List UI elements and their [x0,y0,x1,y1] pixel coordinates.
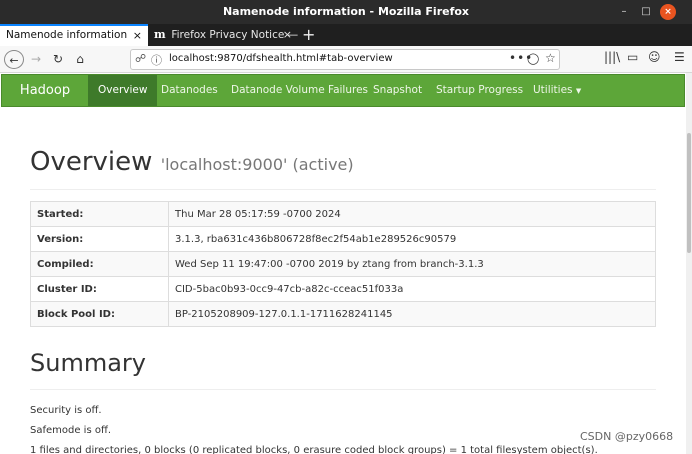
new-tab-icon[interactable]: + [302,24,315,46]
nav-utilities[interactable]: Utilities ▼ [523,75,591,106]
back-icon[interactable]: ← [4,50,24,69]
mozilla-logo-icon: m [154,28,166,41]
row-key: Started: [30,201,169,227]
row-value: BP-2105208909-127.0.1.1-1711628241145 [168,301,656,327]
overview-table: Started: Thu Mar 28 05:17:59 -0700 2024 … [30,201,656,327]
tab-label: Firefox Privacy Notice — [171,29,298,41]
row-key: Version: [30,226,169,252]
nav-datanode-volume-failures[interactable]: Datanode Volume Failures [221,75,378,106]
row-value: Thu Mar 28 05:17:59 -0700 2024 [168,201,656,227]
divider [30,189,656,190]
window-title: Namenode information - Mozilla Firefox [222,5,470,18]
url-bar[interactable]: ☍ ⓘ localhost:9870/dfshealth.html#tab-ov… [130,49,560,70]
caret-down-icon: ▼ [575,87,582,95]
account-icon[interactable]: ☺ [648,50,661,64]
page-content: Hadoop Overview Datanodes Datanode Volum… [0,73,686,454]
nav-overview[interactable]: Overview [88,75,158,106]
maximize-icon[interactable]: □ [638,4,654,20]
menu-icon[interactable]: ☰ [674,50,685,64]
safemode-status: Safemode is off. [30,425,112,436]
row-key: Compiled: [30,251,169,277]
tab-label: Namenode information [6,29,128,41]
row-value: CID-5bac0b93-0cc9-47cb-a82c-cceac51f033a [168,276,656,302]
hadoop-navbar: Hadoop Overview Datanodes Datanode Volum… [1,74,685,107]
overview-title: Overview [30,147,153,177]
window-titlebar: Namenode information - Mozilla Firefox –… [0,0,692,24]
nav-datanodes[interactable]: Datanodes [151,75,228,106]
watermark: CSDN @pzy0668 [580,430,674,443]
bookmark-star-icon[interactable]: ☆ [545,51,556,65]
table-row: Cluster ID: CID-5bac0b93-0cc9-47cb-a82c-… [30,276,656,302]
row-key: Block Pool ID: [30,301,169,327]
table-row: Started: Thu Mar 28 05:17:59 -0700 2024 [30,201,656,227]
scrollbar-thumb[interactable] [687,133,691,253]
tab-namenode-information[interactable]: Namenode information × [0,24,148,46]
library-icon[interactable]: |||\ [604,50,620,64]
close-window-icon[interactable]: × [660,4,676,20]
table-row: Compiled: Wed Sep 11 19:47:00 -0700 2019… [30,251,656,277]
divider [30,389,656,390]
summary-heading: Summary [30,349,146,377]
nav-snapshot[interactable]: Snapshot [363,75,432,106]
forward-icon[interactable]: → [28,50,44,69]
overview-heading: Overview 'localhost:9000' (active) [30,147,354,177]
scrollbar[interactable] [686,73,692,454]
info-icon[interactable]: ⓘ [151,52,162,68]
reload-icon[interactable]: ↻ [50,50,66,69]
minimize-icon[interactable]: – [616,4,632,20]
navigation-toolbar: ← → ↻ ⌂ ☍ ⓘ localhost:9870/dfshealth.htm… [0,46,692,73]
hadoop-brand[interactable]: Hadoop [2,75,88,106]
pocket-icon[interactable]: ◯ [527,52,539,65]
overview-subtitle: 'localhost:9000' (active) [160,155,354,174]
shield-icon[interactable]: ☍ [135,52,146,65]
close-tab-icon[interactable]: × [133,26,142,45]
table-row: Block Pool ID: BP-2105208909-127.0.1.1-1… [30,301,656,327]
row-value: Wed Sep 11 19:47:00 -0700 2019 by ztang … [168,251,656,277]
security-status: Security is off. [30,405,102,416]
sidebar-icon[interactable]: ▭ [627,50,638,64]
table-row: Version: 3.1.3, rba631c436b806728f8ec2f5… [30,226,656,252]
tab-strip: Namenode information × m Firefox Privacy… [0,24,692,46]
filesystem-summary: 1 files and directories, 0 blocks (0 rep… [30,445,598,454]
close-tab-icon[interactable]: × [283,24,292,46]
nav-utilities-label: Utilities [533,84,573,96]
row-key: Cluster ID: [30,276,169,302]
nav-startup-progress[interactable]: Startup Progress [426,75,533,106]
url-text[interactable]: localhost:9870/dfshealth.html#tab-overvi… [169,53,393,64]
tab-firefox-privacy-notice[interactable]: m Firefox Privacy Notice — × [148,24,298,46]
home-icon[interactable]: ⌂ [72,50,88,69]
row-value: 3.1.3, rba631c436b806728f8ec2f54ab1e2895… [168,226,656,252]
